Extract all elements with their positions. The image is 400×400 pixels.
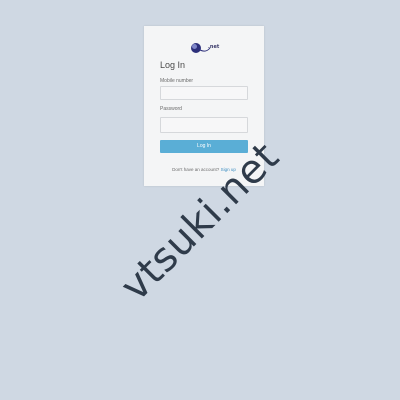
- password-label: Password: [160, 106, 182, 112]
- password-input[interactable]: [160, 117, 248, 133]
- signup-prompt: Don't have an account?: [172, 167, 220, 172]
- mobile-number-label: Mobile number: [160, 78, 194, 84]
- mobile-number-input[interactable]: [160, 86, 248, 100]
- login-button[interactable]: Log In: [160, 140, 248, 153]
- logo-text: .net: [208, 44, 220, 50]
- page-title: Log In: [160, 60, 186, 70]
